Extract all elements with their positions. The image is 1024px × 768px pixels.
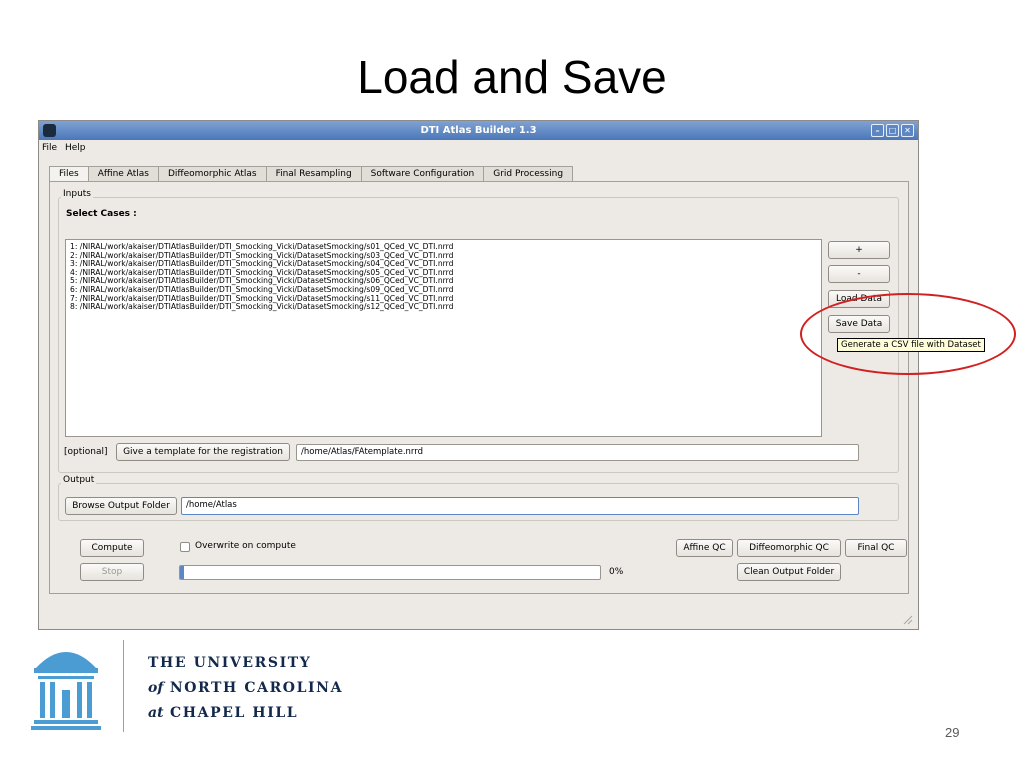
overwrite-checkbox[interactable] (180, 542, 190, 552)
template-button[interactable]: Give a template for the registration (116, 443, 290, 461)
logo-line-3-prefix: at (148, 705, 164, 721)
maximize-icon[interactable]: □ (886, 124, 899, 137)
clean-output-folder-button[interactable]: Clean Output Folder (737, 563, 841, 581)
remove-case-button[interactable]: - (828, 265, 890, 283)
window-title: DTI Atlas Builder 1.3 (420, 125, 537, 136)
tab-diffeomorphic-atlas[interactable]: Diffeomorphic Atlas (158, 166, 267, 182)
app-icon (43, 124, 56, 137)
progress-bar (179, 565, 601, 580)
final-qc-button[interactable]: Final QC (845, 539, 907, 557)
logo-line-2: of NORTH CAROLINA (148, 680, 343, 696)
progress-label: 0% (609, 567, 624, 577)
minimize-icon[interactable]: – (871, 124, 884, 137)
list-item[interactable]: 8: /NIRAL/work/akaiser/DTIAtlasBuilder/D… (70, 303, 817, 312)
output-group-label: Output (61, 475, 97, 485)
logo-line-3: at CHAPEL HILL (148, 705, 298, 721)
stop-button[interactable]: Stop (80, 563, 144, 581)
menu-help[interactable]: Help (65, 143, 86, 153)
select-cases-label: Select Cases : (66, 209, 137, 219)
tab-grid-processing[interactable]: Grid Processing (484, 166, 574, 182)
menubar: File Help (39, 140, 918, 157)
logo-line-2-text: NORTH CAROLINA (169, 680, 344, 696)
logo-line-3-text: CHAPEL HILL (170, 705, 299, 721)
overwrite-label: Overwrite on compute (195, 541, 296, 551)
close-icon[interactable]: ✕ (901, 124, 914, 137)
resize-grip-icon[interactable] (903, 615, 913, 625)
menu-file[interactable]: File (42, 143, 57, 153)
optional-label: [optional] (64, 447, 108, 457)
add-case-button[interactable]: + (828, 241, 890, 259)
highlight-ellipse (800, 293, 1016, 375)
logo-line-1: THE UNIVERSITY (148, 655, 312, 671)
diffeomorphic-qc-button[interactable]: Diffeomorphic QC (737, 539, 841, 557)
tab-affine-atlas[interactable]: Affine Atlas (88, 166, 159, 182)
logo-line-2-prefix: of (148, 680, 164, 696)
output-path-field[interactable]: /home/Atlas (181, 497, 859, 515)
progress-start-marker (180, 566, 184, 579)
compute-button[interactable]: Compute (80, 539, 144, 557)
browse-output-folder-button[interactable]: Browse Output Folder (65, 497, 177, 515)
case-list[interactable]: 1: /NIRAL/work/akaiser/DTIAtlasBuilder/D… (65, 239, 822, 437)
affine-qc-button[interactable]: Affine QC (676, 539, 733, 557)
tab-bar: Files Affine Atlas Diffeomorphic Atlas F… (49, 166, 574, 182)
inputs-group-label: Inputs (61, 189, 93, 199)
slide-title: Load and Save (357, 51, 667, 103)
window-titlebar[interactable]: DTI Atlas Builder 1.3 – □ ✕ (39, 121, 918, 140)
page-number: 29 (945, 725, 960, 740)
old-well-logo-icon (31, 652, 101, 730)
tab-final-resampling[interactable]: Final Resampling (266, 166, 362, 182)
logo-divider (123, 640, 124, 732)
template-path-field[interactable]: /home/Atlas/FAtemplate.nrrd (296, 444, 859, 461)
tab-software-configuration[interactable]: Software Configuration (361, 166, 485, 182)
tab-files[interactable]: Files (49, 166, 89, 182)
